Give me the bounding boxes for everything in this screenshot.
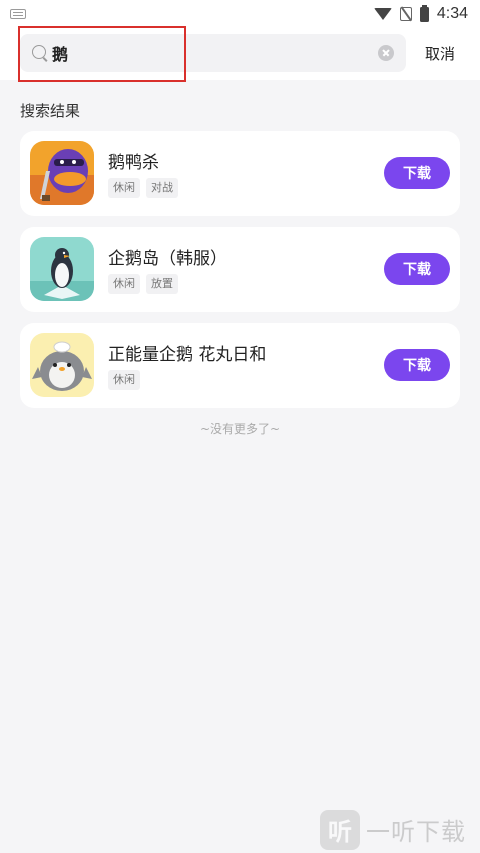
app-name: 鹅鸭杀	[108, 153, 159, 173]
app-icon-penguin-isle	[30, 237, 94, 301]
app-icon-penguin-hanamaru	[30, 333, 94, 397]
search-input[interactable]	[52, 34, 362, 72]
result-item-goose-duck[interactable]: 鹅鸭杀 休闲 对战 下载	[20, 131, 460, 216]
battery-icon	[419, 4, 429, 22]
search-box[interactable]	[20, 34, 406, 72]
tag: 休闲	[108, 178, 140, 198]
tag: 对战	[146, 178, 178, 198]
cancel-button[interactable]: 取消	[414, 28, 466, 78]
app-name: 企鹅岛（韩服）	[108, 249, 227, 269]
download-button[interactable]: 下载	[384, 157, 450, 189]
app-name: 正能量企鹅 花丸日和	[108, 345, 267, 365]
watermark-logo-icon: 听	[320, 809, 360, 850]
wifi-icon	[373, 8, 392, 20]
keyboard-icon	[10, 9, 26, 19]
watermark: 听 一听下载	[320, 806, 480, 853]
result-item-penguin-hanamaru[interactable]: 正能量企鹅 花丸日和 休闲 下载	[20, 323, 460, 408]
result-item-penguin-isle[interactable]: 企鹅岛（韩服） 休闲 放置 下载	[20, 227, 460, 312]
tag-row: 休闲 放置	[108, 274, 178, 294]
section-title: 搜索结果	[20, 102, 81, 120]
no-sim-icon	[399, 7, 412, 21]
status-time: 4:34	[436, 5, 468, 22]
clear-icon[interactable]	[378, 45, 394, 61]
end-of-list-text: ~没有更多了~	[199, 422, 281, 436]
download-button[interactable]: 下载	[384, 253, 450, 285]
search-header: 取消	[0, 26, 480, 82]
search-icon	[32, 45, 46, 59]
download-button[interactable]: 下载	[384, 349, 450, 381]
watermark-text: 一听下载	[366, 818, 466, 846]
status-bar: 4:34	[0, 0, 480, 28]
tag: 休闲	[108, 274, 140, 294]
tag-row: 休闲 对战	[108, 178, 178, 198]
tag: 放置	[146, 274, 178, 294]
app-icon-goose-duck	[30, 141, 94, 205]
tag: 休闲	[108, 370, 140, 390]
tag-row: 休闲	[108, 370, 140, 390]
